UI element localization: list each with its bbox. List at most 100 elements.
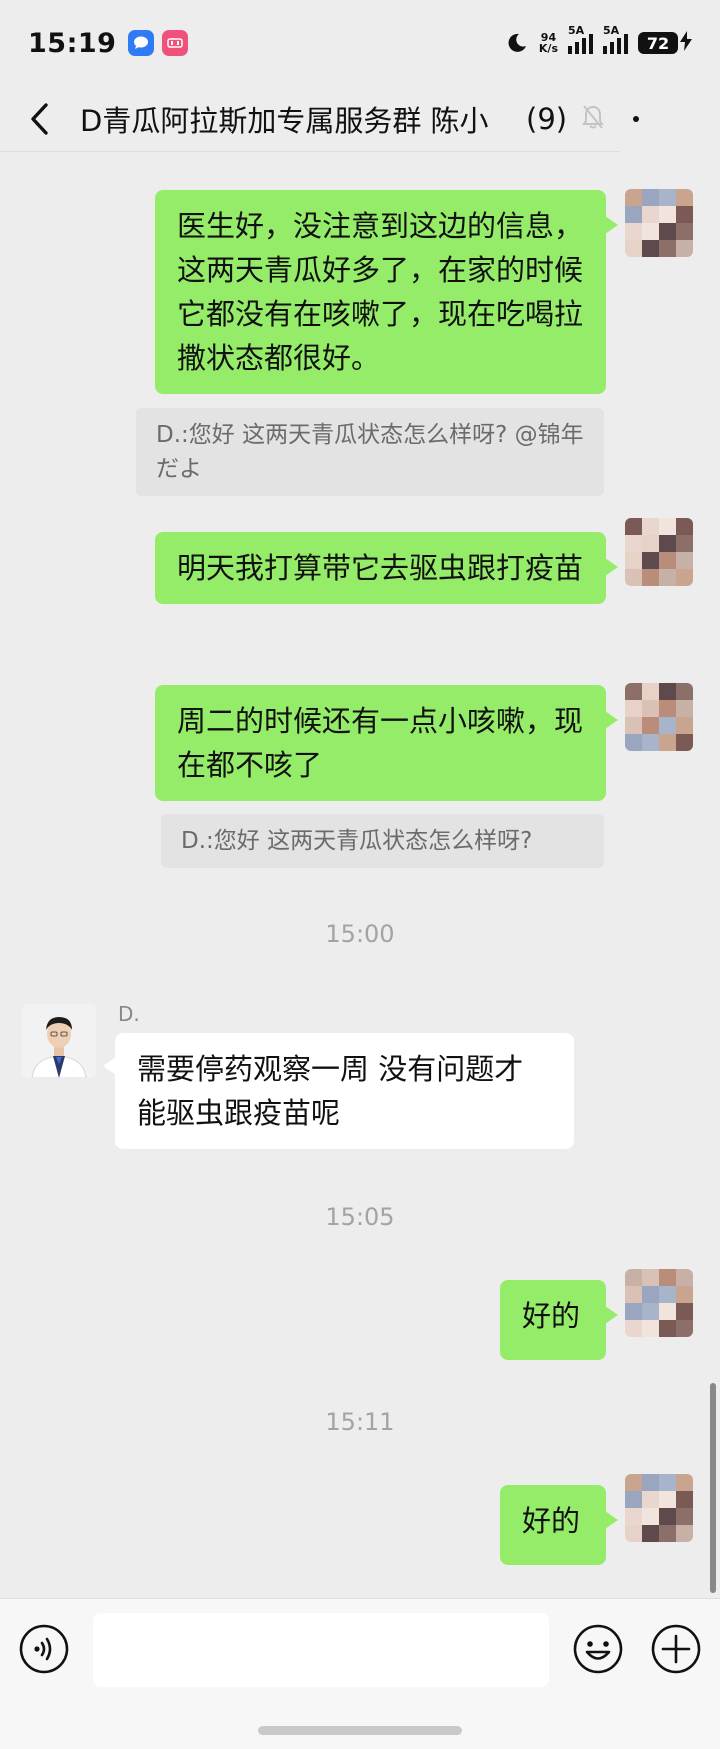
avatar-pixel — [676, 1491, 693, 1508]
avatar-pixel — [676, 535, 693, 552]
message-input[interactable] — [93, 1613, 549, 1687]
moon-icon — [508, 33, 526, 52]
avatar[interactable] — [625, 189, 693, 257]
outgoing-message[interactable]: 明天我打算带它去驱虫跟打疫苗 — [155, 532, 618, 604]
avatar-pixel — [642, 569, 659, 586]
avatar-pixel — [642, 223, 659, 240]
battery-level: 72 — [638, 32, 678, 54]
outgoing-message[interactable]: 好的 — [500, 1485, 618, 1565]
quoted-message[interactable]: D.:您好 这两天青瓜状态怎么样呀? — [161, 814, 604, 868]
avatar-pixel — [642, 552, 659, 569]
avatar-pixel — [625, 683, 642, 700]
avatar-pixel — [659, 223, 676, 240]
more-functions-button[interactable] — [650, 1623, 702, 1675]
bell-off-icon — [581, 104, 605, 134]
avatar-pixel — [625, 1286, 642, 1303]
voice-button[interactable] — [18, 1623, 70, 1675]
more-button[interactable] — [616, 104, 656, 134]
avatar-pixel — [659, 552, 676, 569]
avatar-pixel — [625, 518, 642, 535]
sender-name: D. — [118, 1002, 140, 1026]
avatar[interactable] — [625, 518, 693, 586]
quoted-message[interactable]: D.:您好 这两天青瓜状态怎么样呀? @锦年だよ — [136, 408, 604, 496]
status-time: 15:19 — [28, 27, 117, 59]
avatar-pixel — [625, 1525, 642, 1542]
avatar-pixel — [676, 700, 693, 717]
emoji-button[interactable] — [572, 1623, 624, 1675]
avatar-pixel — [659, 535, 676, 552]
avatar-pixel — [625, 1474, 642, 1491]
avatar-pixel — [676, 206, 693, 223]
avatar-pixel — [642, 1508, 659, 1525]
avatar-pixel — [625, 700, 642, 717]
timestamp: 15:05 — [325, 1203, 395, 1231]
scrollbar[interactable] — [710, 1383, 716, 1593]
avatar-pixel — [642, 1269, 659, 1286]
avatar-pixel — [676, 1320, 693, 1337]
avatar-pixel — [642, 1474, 659, 1491]
avatar-pixel — [625, 1303, 642, 1320]
back-button[interactable] — [0, 86, 80, 152]
avatar-pixel — [642, 734, 659, 751]
incoming-message[interactable]: 需要停药观察一周 没有问题才能驱虫跟疫苗呢 — [103, 1033, 574, 1149]
net-speed: 94 K/s — [539, 32, 558, 54]
avatar[interactable] — [22, 1004, 96, 1078]
avatar-pixel — [642, 535, 659, 552]
emoji-icon — [573, 1624, 623, 1674]
avatar-pixel — [659, 189, 676, 206]
signal-2-icon: 5A — [603, 24, 628, 54]
avatar-pixel — [642, 1303, 659, 1320]
avatar-pixel — [642, 189, 659, 206]
avatar-pixel — [659, 734, 676, 751]
signal-2-label: 5A — [603, 24, 620, 37]
avatar-pixel — [625, 189, 642, 206]
avatar-pixel — [676, 1269, 693, 1286]
avatar-pixel — [676, 1303, 693, 1320]
avatar-pixel — [659, 206, 676, 223]
avatar-pixel — [659, 1474, 676, 1491]
chevron-left-icon — [31, 102, 48, 135]
avatar-pixel — [676, 683, 693, 700]
avatar-pixel — [642, 240, 659, 257]
avatar-pixel — [625, 717, 642, 734]
avatar-pixel — [625, 223, 642, 240]
timestamp: 15:11 — [325, 1408, 395, 1436]
avatar-pixel — [642, 518, 659, 535]
more-dot-icon — [633, 116, 639, 122]
avatar[interactable] — [625, 1474, 693, 1542]
chat-title[interactable]: D青瓜阿拉斯加专属服务群 陈小 — [80, 98, 518, 140]
avatar[interactable] — [625, 1269, 693, 1337]
chat-app-notification-icon — [128, 30, 155, 56]
avatar-pixel — [676, 1474, 693, 1491]
avatar-pixel — [659, 1269, 676, 1286]
avatar-pixel — [642, 717, 659, 734]
avatar-pixel — [659, 1508, 676, 1525]
avatar-pixel — [676, 734, 693, 751]
avatar-pixel — [659, 683, 676, 700]
avatar-pixel — [625, 734, 642, 751]
avatar-pixel — [625, 1320, 642, 1337]
outgoing-message[interactable]: 周二的时候还有一点小咳嗽，现在都不咳了 — [155, 685, 618, 801]
status-bar: 15:19 94 K/s 5A 5A 72 — [0, 0, 720, 86]
avatar-pixel — [625, 569, 642, 586]
app-notification-icon — [162, 30, 189, 56]
avatar-pixel — [676, 518, 693, 535]
outgoing-message[interactable]: 好的 — [500, 1280, 618, 1360]
signal-1-label: 5A — [568, 24, 585, 37]
avatar-pixel — [676, 1508, 693, 1525]
avatar-pixel — [642, 1286, 659, 1303]
avatar-pixel — [659, 1491, 676, 1508]
avatar-pixel — [676, 1525, 693, 1542]
outgoing-message[interactable]: 医生好，没注意到这边的信息，这两天青瓜好多了，在家的时候它都没有在咳嗽了，现在吃… — [155, 190, 618, 394]
avatar-pixel — [625, 1508, 642, 1525]
net-speed-unit: K/s — [538, 42, 558, 55]
avatar-pixel — [659, 1286, 676, 1303]
avatar-pixel — [659, 1320, 676, 1337]
avatar-pixel — [676, 569, 693, 586]
avatar[interactable] — [625, 683, 693, 751]
timestamp: 15:00 — [325, 920, 395, 948]
home-indicator[interactable] — [258, 1726, 462, 1735]
avatar-pixel — [676, 1286, 693, 1303]
avatar-pixel — [659, 240, 676, 257]
doctor-avatar-icon — [22, 1004, 96, 1078]
